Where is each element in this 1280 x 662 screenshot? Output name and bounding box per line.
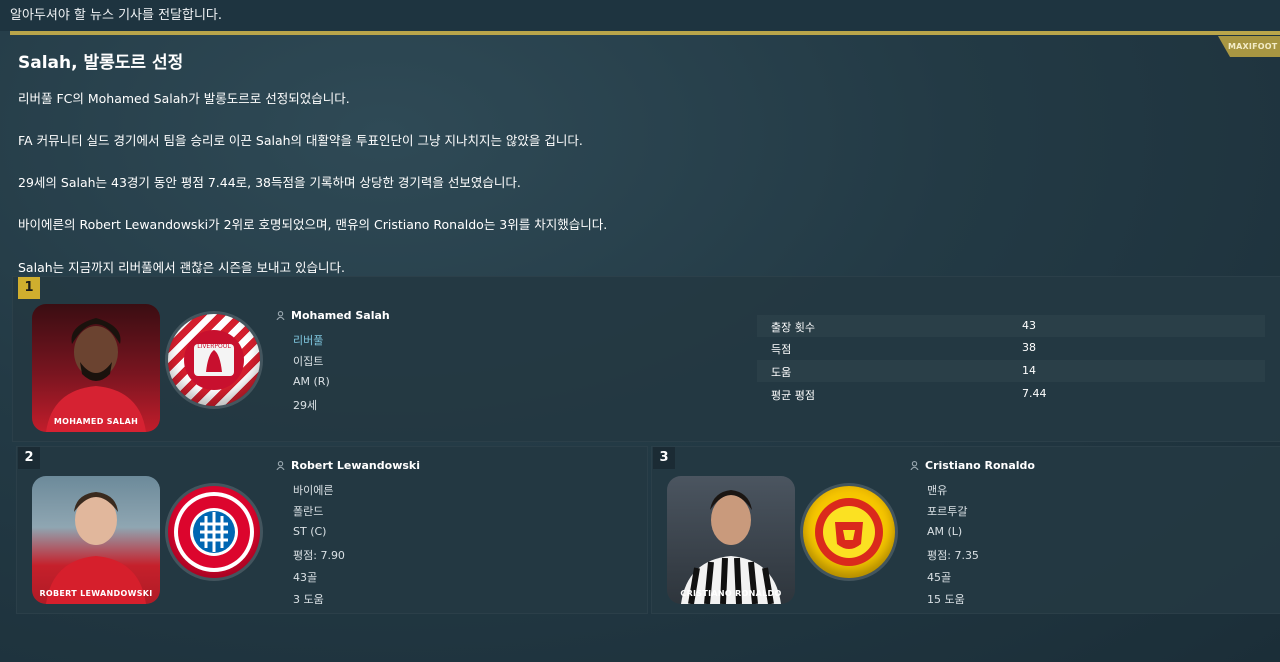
player-nation: 이집트	[293, 355, 324, 368]
article-paragraph: Salah는 지금까지 리버풀에서 괜찮은 시즌을 보내고 있습니다.	[18, 260, 345, 275]
crest-text: LIVERPOOL	[197, 343, 231, 350]
accent-divider	[10, 31, 1280, 35]
player-assists: 15 도움	[927, 593, 965, 606]
stat-row: 도움 14	[757, 360, 1265, 382]
club-crest-bayern[interactable]	[168, 486, 260, 578]
player-nation: 포르투갈	[927, 505, 968, 518]
stat-value: 7.44	[1022, 387, 1047, 400]
player-goals: 45골	[927, 571, 952, 584]
brand-tag: MAXIFOOT	[1218, 36, 1280, 57]
rank-badge: 2	[18, 447, 40, 469]
player-name[interactable]: Mohamed Salah	[291, 309, 390, 322]
club-crest-liverpool[interactable]: LIVERPOOL	[168, 314, 260, 406]
player-name[interactable]: Robert Lewandowski	[291, 459, 420, 472]
stat-label: 출장 횟수	[771, 321, 815, 334]
bayern-crest-icon	[174, 492, 254, 572]
player-goals: 43골	[293, 571, 318, 584]
manutd-crest-icon	[815, 498, 883, 566]
rank-badge: 1	[18, 277, 40, 299]
jersey-name: ROBERT LEWANDOWSKI	[39, 589, 153, 598]
player-portrait-icon	[46, 492, 146, 604]
person-icon	[276, 311, 285, 320]
article-paragraph: 바이에른의 Robert Lewandowski가 2위로 호명되었으며, 맨유…	[18, 217, 608, 232]
notification-bar: 알아두셔야 할 뉴스 기사를 전달합니다.	[0, 0, 1280, 31]
article-paragraph: FA 커뮤니티 실드 경기에서 팀을 승리로 이끈 Salah의 대활약을 투표…	[18, 133, 583, 148]
player-position: ST (C)	[293, 525, 327, 538]
player-photo-lewandowski: ROBERT LEWANDOWSKI	[32, 476, 160, 604]
article-paragraph: 리버풀 FC의 Mohamed Salah가 발롱도르로 선정되었습니다.	[18, 91, 350, 106]
player-rating: 평점: 7.35	[927, 549, 979, 562]
player-portrait-icon	[681, 490, 781, 604]
stat-value: 14	[1022, 364, 1036, 377]
jersey-name: CRISTIANO RONALDO	[680, 589, 782, 598]
player-assists: 3 도움	[293, 593, 324, 606]
stat-label: 평균 평점	[771, 389, 815, 402]
player-club-link[interactable]: 리버풀	[293, 332, 323, 348]
stat-row: 평균 평점 7.44	[757, 383, 1265, 405]
stat-row: 출장 횟수 43	[757, 315, 1265, 337]
player-position: AM (R)	[293, 375, 330, 388]
stat-label: 득점	[771, 343, 792, 356]
stat-value: 43	[1022, 319, 1036, 332]
player-portrait-icon	[46, 318, 146, 432]
player-name[interactable]: Cristiano Ronaldo	[925, 459, 1035, 472]
jersey-name: MOHAMED SALAH	[53, 417, 139, 426]
player-club[interactable]: 바이에른	[293, 482, 333, 498]
player-position: AM (L)	[927, 525, 963, 538]
player-photo-salah: MOHAMED SALAH	[32, 304, 160, 432]
stat-value: 38	[1022, 341, 1036, 354]
person-icon	[276, 461, 285, 470]
rank-badge: 3	[653, 447, 675, 469]
article-paragraph: 29세의 Salah는 43경기 동안 평점 7.44로, 38득점을 기록하며…	[18, 175, 521, 190]
stat-label: 도움	[771, 366, 792, 379]
notification-message: 알아두셔야 할 뉴스 기사를 전달합니다.	[10, 8, 223, 23]
player-photo-ronaldo: CRISTIANO RONALDO	[667, 476, 795, 604]
player-nation: 폴란드	[293, 505, 324, 518]
person-icon	[910, 461, 919, 470]
liverbird-icon: LIVERPOOL	[184, 330, 244, 390]
stat-row: 득점 38	[757, 337, 1265, 359]
player-club[interactable]: 맨유	[927, 482, 947, 498]
player-age: 29세	[293, 399, 318, 412]
player-rating: 평점: 7.90	[293, 549, 345, 562]
club-crest-manutd[interactable]	[803, 486, 895, 578]
article-title: Salah, 발롱도르 선정	[18, 53, 184, 73]
